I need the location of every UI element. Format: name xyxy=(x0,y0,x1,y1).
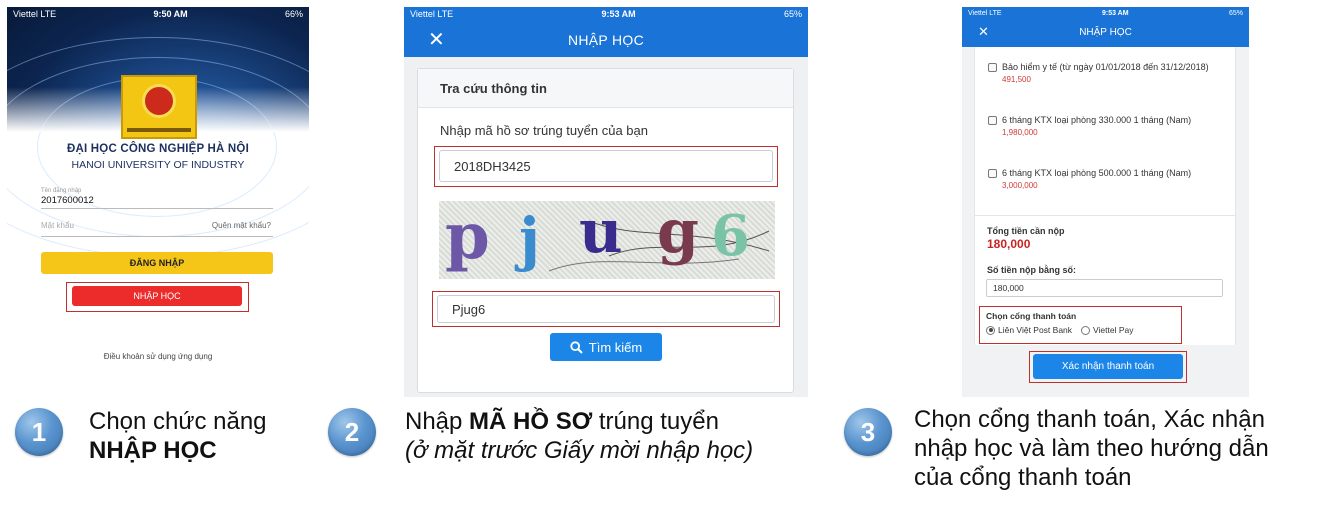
captcha-char: g xyxy=(657,201,699,267)
captcha-char: j xyxy=(519,205,540,273)
fee-option-price: 3,000,000 xyxy=(1002,181,1038,190)
gateway-option-viettelpay[interactable]: Viettel Pay xyxy=(1081,325,1133,335)
status-battery: 66% xyxy=(284,9,303,19)
username-underline xyxy=(41,208,273,209)
total-label: Tổng tiền cần nộp xyxy=(987,226,1065,236)
password-underline xyxy=(41,236,273,237)
step-2-text: Nhập MÃ HỒ SƠ trúng tuyển (ở mặt trước G… xyxy=(405,407,753,465)
status-battery: 65% xyxy=(1228,9,1243,17)
step-3-badge: 3 xyxy=(844,408,892,456)
step-2-badge: 2 xyxy=(328,408,376,456)
step-2-bold: MÃ HỒ SƠ xyxy=(469,408,593,435)
gateway-option-label: Viettel Pay xyxy=(1093,325,1134,335)
lookup-card: Tra cứu thông tin Nhập mã hồ sơ trúng tu… xyxy=(417,68,794,393)
amount-label: Số tiền nộp bằng số: xyxy=(987,265,1076,275)
checkbox[interactable] xyxy=(988,63,997,72)
step-3-line: Chọn cổng thanh toán, Xác nhận xyxy=(914,406,1265,433)
captcha-input[interactable]: Pjug6 xyxy=(437,295,775,323)
screen-login: Viettel LTE 9:50 AM 66% ĐẠI HỌC CÔNG NGH… xyxy=(7,7,309,397)
step-3-text: Chọn cổng thanh toán, Xác nhận nhập học … xyxy=(914,405,1269,492)
radio-selected-icon[interactable] xyxy=(986,325,995,335)
university-name-vn: ĐẠI HỌC CÔNG NGHIỆP HÀ NỘI xyxy=(67,143,249,155)
status-bar: Viettel LTE 9:50 AM 66% xyxy=(7,7,309,21)
captcha-image: p j u g 6 xyxy=(439,201,775,279)
search-button-label: Tìm kiếm xyxy=(588,339,643,355)
enroll-button[interactable]: NHẬP HỌC xyxy=(72,286,242,306)
step-3-line: nhập học và làm theo hướng dẫn xyxy=(914,435,1269,462)
status-time: 9:50 AM xyxy=(153,9,188,19)
captcha-char: 6 xyxy=(711,203,750,269)
username-label: Tên đăng nhập xyxy=(41,188,82,194)
status-bar: Viettel LTE 9:53 AM 65% xyxy=(404,7,808,21)
step-2-note: (ở mặt trước Giấy mời nhập học) xyxy=(405,437,754,464)
fee-option[interactable]: 6 tháng KTX loại phòng 500.000 1 tháng (… xyxy=(988,167,1220,192)
university-name-en: HANOI UNIVERSITY OF INDUSTRY xyxy=(71,159,245,171)
search-icon xyxy=(570,340,583,354)
step-2-post: trúng tuyển xyxy=(592,408,719,435)
username-input[interactable]: 2017600012 xyxy=(41,195,94,206)
logo-seal-icon xyxy=(142,84,176,118)
fee-option-label: 6 tháng KTX loại phòng 500.000 1 tháng (… xyxy=(1002,168,1192,178)
screen-payment: Viettel LTE 9:53 AM 65% ✕ NHẬP HỌC Bảo h… xyxy=(962,7,1249,397)
fee-option-price: 1,980,000 xyxy=(1002,128,1038,137)
gateway-title: Chọn cổng thanh toán xyxy=(986,311,1077,321)
status-time: 9:53 AM xyxy=(1101,9,1129,17)
screen-lookup: Viettel LTE 9:53 AM 65% ✕ NHẬP HỌC Tra c… xyxy=(404,7,808,397)
nav-title: NHẬP HỌC xyxy=(567,32,645,48)
checkbox[interactable] xyxy=(988,116,997,125)
checkbox[interactable] xyxy=(988,169,997,178)
status-carrier: Viettel LTE xyxy=(410,9,454,19)
status-carrier: Viettel LTE xyxy=(13,9,57,19)
gateway-option-lienviet[interactable]: Liên Việt Post Bank xyxy=(986,325,1072,335)
divider xyxy=(975,215,1235,216)
card-header: Tra cứu thông tin xyxy=(418,69,793,108)
profile-code-input[interactable]: 2018DH3425 xyxy=(439,150,773,182)
captcha-char: u xyxy=(579,201,623,267)
step-1-text: Chọn chức năng NHẬP HỌC xyxy=(89,407,267,465)
search-button[interactable]: Tìm kiếm xyxy=(550,333,662,361)
fee-option-price: 491,500 xyxy=(1002,75,1031,84)
gateway-option-label: Liên Việt Post Bank xyxy=(998,325,1073,335)
fee-option-label: 6 tháng KTX loại phòng 330.000 1 tháng (… xyxy=(1002,115,1192,125)
confirm-payment-button[interactable]: Xác nhận thanh toán xyxy=(1033,354,1183,379)
forgot-password-link[interactable]: Quên mật khẩu? xyxy=(212,221,271,230)
captcha-char: p xyxy=(445,201,490,274)
nav-bar: ✕ NHẬP HỌC xyxy=(962,19,1249,47)
nav-bar: ✕ NHẬP HỌC xyxy=(404,21,808,57)
university-logo xyxy=(121,75,197,139)
step-3-line: của cổng thanh toán xyxy=(914,464,1132,491)
radio-icon[interactable] xyxy=(1081,325,1090,335)
step-1-line: Chọn chức năng xyxy=(89,408,267,435)
password-input[interactable]: Mật khẩu xyxy=(41,221,74,230)
terms-link[interactable]: Điều khoản sử dụng ứng dụng xyxy=(7,352,309,361)
step-2-pre: Nhập xyxy=(405,408,470,435)
card-title: Tra cứu thông tin xyxy=(440,81,547,96)
total-value: 180,000 xyxy=(987,237,1031,251)
fee-option[interactable]: Bảo hiểm y tế (từ ngày 01/01/2018 đến 31… xyxy=(988,61,1220,86)
profile-code-label: Nhập mã hồ sơ trúng tuyển của bạn xyxy=(440,123,648,138)
amount-input[interactable]: 180,000 xyxy=(986,279,1223,297)
fee-option[interactable]: 6 tháng KTX loại phòng 330.000 1 tháng (… xyxy=(988,114,1220,139)
nav-title: NHẬP HỌC xyxy=(1079,27,1132,38)
step-1-badge: 1 xyxy=(15,408,63,456)
status-bar: Viettel LTE 9:53 AM 65% xyxy=(962,7,1249,19)
status-time: 9:53 AM xyxy=(601,9,636,19)
payment-sheet: Bảo hiểm y tế (từ ngày 01/01/2018 đến 31… xyxy=(974,47,1236,345)
fee-option-label: Bảo hiểm y tế (từ ngày 01/01/2018 đến 31… xyxy=(1002,62,1209,72)
step-1-bold: NHẬP HỌC xyxy=(89,437,217,464)
login-button[interactable]: ĐĂNG NHẬP xyxy=(41,252,273,274)
status-battery: 65% xyxy=(783,9,802,19)
status-carrier: Viettel LTE xyxy=(968,9,1002,17)
